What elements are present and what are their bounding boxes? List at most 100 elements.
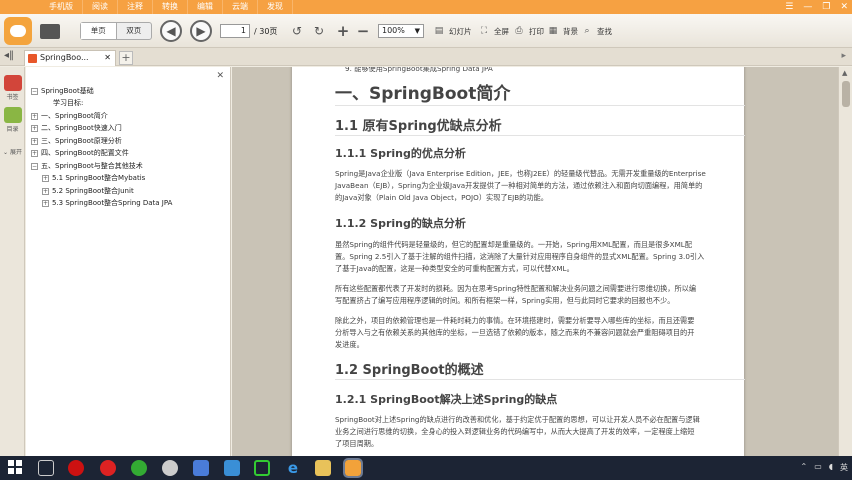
outline-item[interactable]: + 二、SpringBoot快速入门 <box>31 123 122 134</box>
prev-page-button[interactable]: ◀ <box>160 20 182 42</box>
new-tab-button[interactable]: + <box>119 51 133 65</box>
network-app-icon[interactable] <box>193 460 209 476</box>
chevron-down-icon: ⌄ <box>3 149 9 156</box>
network-icon[interactable]: ▭ <box>814 462 822 473</box>
arrow-left-icon: ◀ <box>166 24 176 38</box>
close-window-icon[interactable]: ✕ <box>840 0 848 14</box>
tray-arrow-icon[interactable]: ⌃ <box>801 462 808 473</box>
open-file-button[interactable] <box>40 22 60 40</box>
input-method-label[interactable]: 英 <box>840 462 848 473</box>
heading-2: 1.2 SpringBoot的概述 <box>335 363 484 378</box>
rotate-left-button[interactable]: ↺ <box>290 22 304 40</box>
heading-1: 一、SpringBoot简介 <box>335 84 511 104</box>
expand-icon[interactable]: + <box>42 175 49 182</box>
expand-icon[interactable]: + <box>42 188 49 195</box>
menu-icon[interactable]: ☰ <box>785 0 793 14</box>
fullscreen-icon: ⛶ <box>480 26 488 36</box>
maximize-icon[interactable]: ❐ <box>822 0 830 14</box>
rotate-right-button[interactable]: ↻ <box>312 22 326 40</box>
chevron-down-icon: ▼ <box>414 27 420 35</box>
file-explorer-icon[interactable] <box>315 460 331 476</box>
outline-item-label: 四、SpringBoot的配置文件 <box>41 149 129 157</box>
expand-icon[interactable]: + <box>31 125 38 132</box>
close-tab-icon[interactable]: ✕ <box>104 51 111 65</box>
menu-tab-cloud[interactable]: 云端 <box>223 0 258 14</box>
menu-tab-discover[interactable]: 发现 <box>258 0 293 14</box>
double-page-button[interactable]: 双页 <box>117 23 152 39</box>
windows-start-icon[interactable] <box>8 460 24 476</box>
heading-3: 1.2.1 SpringBoot解决上述Spring的缺点 <box>335 393 558 406</box>
paragraph-line: 置。Spring 2.5引入了基于注解的组件扫描，这消除了大量针对应用程序自身组… <box>335 252 705 261</box>
document-tab[interactable]: SpringBoo... ✕ <box>24 50 116 66</box>
zoom-select[interactable]: 100% ▼ <box>378 24 424 38</box>
paragraph-line: 除此之外，项目的依赖管理也是一件耗时耗力的事情。在环境搭建时，需要分析要导入哪些… <box>335 316 695 325</box>
slideshow-icon: ▤ <box>434 26 444 36</box>
background-button[interactable]: ▦ 背景 <box>546 22 578 40</box>
print-button[interactable]: ⎙ 打印 <box>512 22 544 40</box>
paragraph-line: Spring是Java企业版（Java Enterprise Edition，J… <box>335 169 706 178</box>
media-app-icon[interactable] <box>100 460 116 476</box>
gear-app-icon[interactable] <box>254 460 270 476</box>
collapse-icon[interactable]: − <box>31 163 38 170</box>
paragraph-line: 业务之间进行思维的切换，全身心的投入到逻辑业务的代码编写中，从而大大提高了开发的… <box>335 427 695 436</box>
menu-tab-read[interactable]: 阅读 <box>83 0 118 14</box>
heading-2: 1.1 原有Spring优缺点分析 <box>335 119 502 134</box>
printer-icon: ⎙ <box>515 26 523 36</box>
app-logo-icon[interactable] <box>4 17 32 45</box>
volume-icon[interactable]: ◖ <box>829 462 833 473</box>
expand-icon[interactable]: + <box>42 200 49 207</box>
outline-item-label: 学习目标: <box>53 99 84 107</box>
outline-panel: ✕ − SpringBoot基础 学习目标: + 一、SpringBoot简介 … <box>26 67 231 456</box>
pdf-reader-icon[interactable] <box>343 458 363 478</box>
outline-label: 目录 <box>6 126 19 133</box>
current-page-input[interactable]: 1 <box>220 24 250 38</box>
outline-item-label: 二、SpringBoot快速入门 <box>41 124 122 132</box>
menu-tab-edit[interactable]: 编辑 <box>188 0 223 14</box>
expand-button[interactable]: ⌄ 展开 <box>2 147 23 156</box>
background-icon: ▦ <box>548 26 558 36</box>
expand-icon[interactable]: + <box>31 150 38 157</box>
fullscreen-button[interactable]: ⛶ 全屏 <box>477 22 509 40</box>
single-page-button[interactable]: 单页 <box>81 23 117 39</box>
collapse-icon[interactable]: − <box>31 88 38 95</box>
next-page-button[interactable]: ▶ <box>190 20 212 42</box>
tab-list-icon[interactable]: ▸ <box>841 51 846 61</box>
bookmark-tab[interactable]: 书签 <box>2 75 23 101</box>
task-view-icon[interactable] <box>38 460 54 476</box>
outline-item[interactable]: 学习目标: <box>53 98 83 109</box>
search-button[interactable]: ⌕ 查找 <box>580 22 612 40</box>
browser-app-icon[interactable] <box>131 460 147 476</box>
paragraph-line: JavaBean（EJB），Spring为企业级Java开发提供了一种相对简单的… <box>335 181 703 190</box>
record-app-icon[interactable] <box>68 460 84 476</box>
zoom-in-button[interactable]: + <box>336 22 350 40</box>
scroll-thumb[interactable] <box>842 81 850 107</box>
outline-item[interactable]: + 5.2 SpringBoot整合Junit <box>42 186 134 197</box>
scroll-up-icon[interactable]: ▲ <box>842 69 847 77</box>
expand-icon[interactable]: + <box>31 138 38 145</box>
menu-tab-annotate[interactable]: 注释 <box>118 0 153 14</box>
outline-icon <box>3 107 22 123</box>
back-arrow-icon[interactable]: ◂‖ <box>4 50 14 61</box>
outline-item[interactable]: − SpringBoot基础 <box>31 86 94 97</box>
outline-item[interactable]: + 5.1 SpringBoot整合Mybatis <box>42 173 145 184</box>
close-panel-icon[interactable]: ✕ <box>216 71 224 81</box>
outline-item-label: 5.3 SpringBoot整合Spring Data JPA <box>52 199 173 207</box>
outline-item[interactable]: − 五、SpringBoot与整合其他技术 <box>31 161 143 172</box>
expand-icon[interactable]: + <box>31 113 38 120</box>
menu-tab-mobile[interactable]: 手机版 <box>40 0 83 14</box>
outline-item[interactable]: + 5.3 SpringBoot整合Spring Data JPA <box>42 198 172 209</box>
outline-item[interactable]: + 三、SpringBoot原理分析 <box>31 136 122 147</box>
edge-browser-icon[interactable]: e <box>285 460 301 476</box>
outline-tab[interactable]: 目录 <box>2 107 23 133</box>
slideshow-button[interactable]: ▤ 幻灯片 <box>432 22 472 40</box>
outline-item[interactable]: + 一、SpringBoot简介 <box>31 111 108 122</box>
zoom-out-button[interactable]: − <box>356 22 370 40</box>
document-viewport[interactable]: 9. 能够使用SpringBoot集成Spring Data JPA 一、Spr… <box>232 67 838 456</box>
heading-rule <box>335 105 745 106</box>
menu-tab-convert[interactable]: 转换 <box>153 0 188 14</box>
minimize-icon[interactable]: — <box>803 0 812 14</box>
vertical-scrollbar[interactable]: ▲ <box>838 67 852 456</box>
outline-item[interactable]: + 四、SpringBoot的配置文件 <box>31 148 129 159</box>
circle-app-icon[interactable] <box>162 460 178 476</box>
window-app-icon[interactable] <box>224 460 240 476</box>
